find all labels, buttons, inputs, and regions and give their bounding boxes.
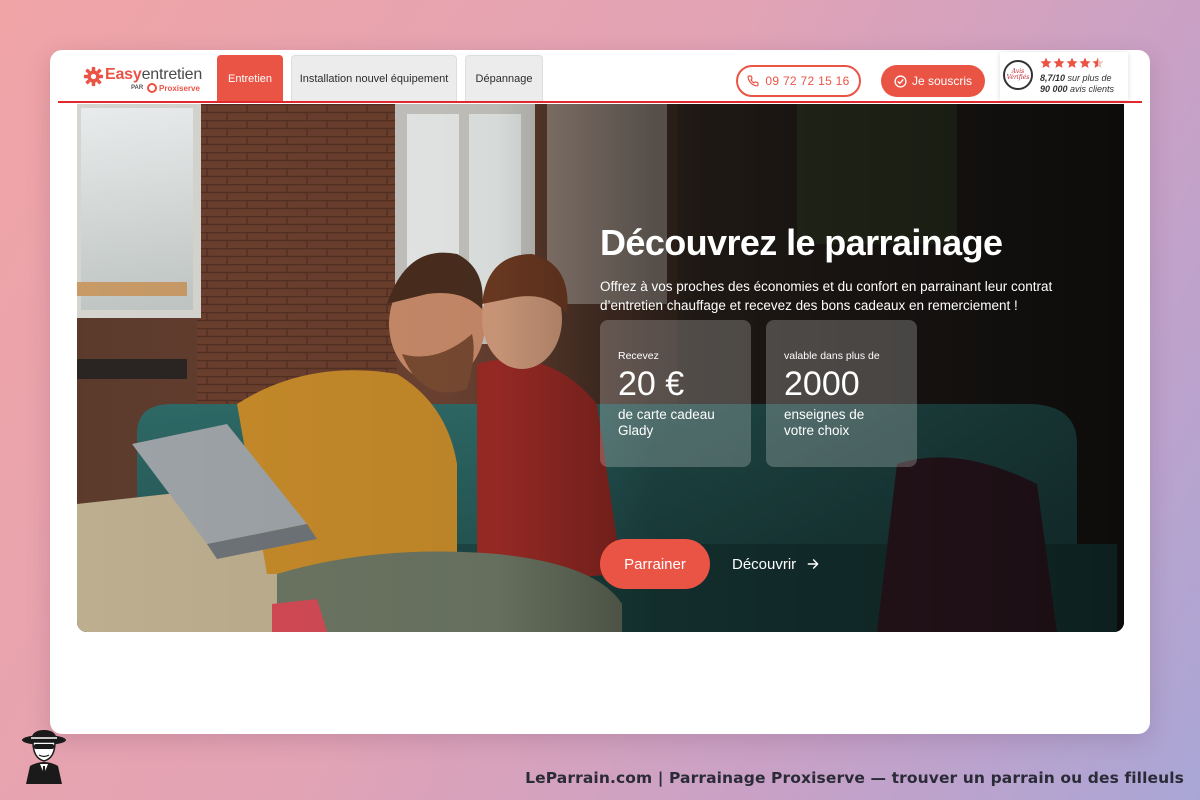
review-score: 8,7/10 xyxy=(1040,73,1066,83)
stat-value: 2000 xyxy=(784,365,860,403)
stat-desc-line2: votre choix xyxy=(784,423,850,438)
proxiserve-logo-icon xyxy=(147,83,157,93)
review-text-end: avis clients xyxy=(1067,84,1115,94)
stat-card-stores: valable dans plus de 2000 enseignes de v… xyxy=(766,320,917,467)
logo-easy-text: Easy xyxy=(105,66,142,83)
avis-verifies-badge-icon: Avis Vérifiés xyxy=(1003,60,1033,90)
hero-banner: Découvrez le parrainage Offrez à vos pro… xyxy=(77,104,1124,632)
stat-value: 20 € xyxy=(618,365,685,403)
stat-description: de carte cadeau Glady xyxy=(618,407,733,439)
subscribe-button[interactable]: Je souscris xyxy=(881,65,985,97)
tab-depannage[interactable]: Dépannage xyxy=(465,55,543,102)
decouvrir-link[interactable]: Découvrir xyxy=(732,553,820,575)
stat-card-gift: Recevez 20 € de carte cadeau Glady xyxy=(600,320,751,467)
logo-proxiserve-text: Proxiserve xyxy=(159,84,200,93)
parrainer-button[interactable]: Parrainer xyxy=(600,539,710,589)
check-circle-icon xyxy=(894,74,907,88)
footer-caption: LeParrain.com | Parrainage Proxiserve — … xyxy=(525,769,1184,787)
subscribe-label: Je souscris xyxy=(911,74,973,88)
decouvrir-label: Découvrir xyxy=(732,555,797,573)
logo-par-text: PAR xyxy=(131,85,144,91)
phone-number: 09 72 72 15 16 xyxy=(765,74,850,88)
phone-button[interactable]: 09 72 72 15 16 xyxy=(736,65,861,97)
stat-label: Recevez xyxy=(618,350,659,362)
arrow-right-icon xyxy=(807,559,819,569)
reviews-summary: 8,7/10 sur plus de 90 000 avis clients xyxy=(1040,73,1114,95)
easyentretien-logo[interactable]: Easyentretien PAR Proxiserve xyxy=(83,65,203,95)
site-header: Easyentretien PAR Proxiserve Entretien I… xyxy=(50,50,1150,104)
browser-window: Easyentretien PAR Proxiserve Entretien I… xyxy=(50,50,1150,734)
stat-desc-line1: de carte cadeau xyxy=(618,407,715,422)
hero-description: Offrez à vos proches des économies et du… xyxy=(600,279,1053,313)
logo-entretien-text: entretien xyxy=(141,66,203,83)
hero-title: Découvrez le parrainage xyxy=(600,222,1003,263)
review-count: 90 000 xyxy=(1040,84,1068,94)
spy-mascot-icon xyxy=(22,730,66,784)
stat-desc-line2: Glady xyxy=(618,423,654,438)
stat-desc-line1: enseignes de xyxy=(784,407,865,422)
rating-stars xyxy=(1040,57,1104,71)
tab-installation[interactable]: Installation nouvel équipement xyxy=(291,55,457,102)
badge-line2: Vérifiés xyxy=(1006,74,1030,81)
tab-entretien[interactable]: Entretien xyxy=(217,55,283,102)
review-text-middle: sur plus de xyxy=(1065,73,1112,83)
stat-label: valable dans plus de xyxy=(784,350,880,362)
reviews-widget[interactable]: Avis Vérifiés 8,7/10 sur plus de 90 000 … xyxy=(1000,52,1128,100)
header-divider xyxy=(58,101,1142,103)
phone-icon xyxy=(747,75,759,87)
stat-description: enseignes de votre choix xyxy=(784,407,899,439)
logo-wordmark: Easyentretien xyxy=(105,65,202,85)
gear-icon xyxy=(83,66,104,87)
star-rating-icon xyxy=(1040,57,1104,68)
